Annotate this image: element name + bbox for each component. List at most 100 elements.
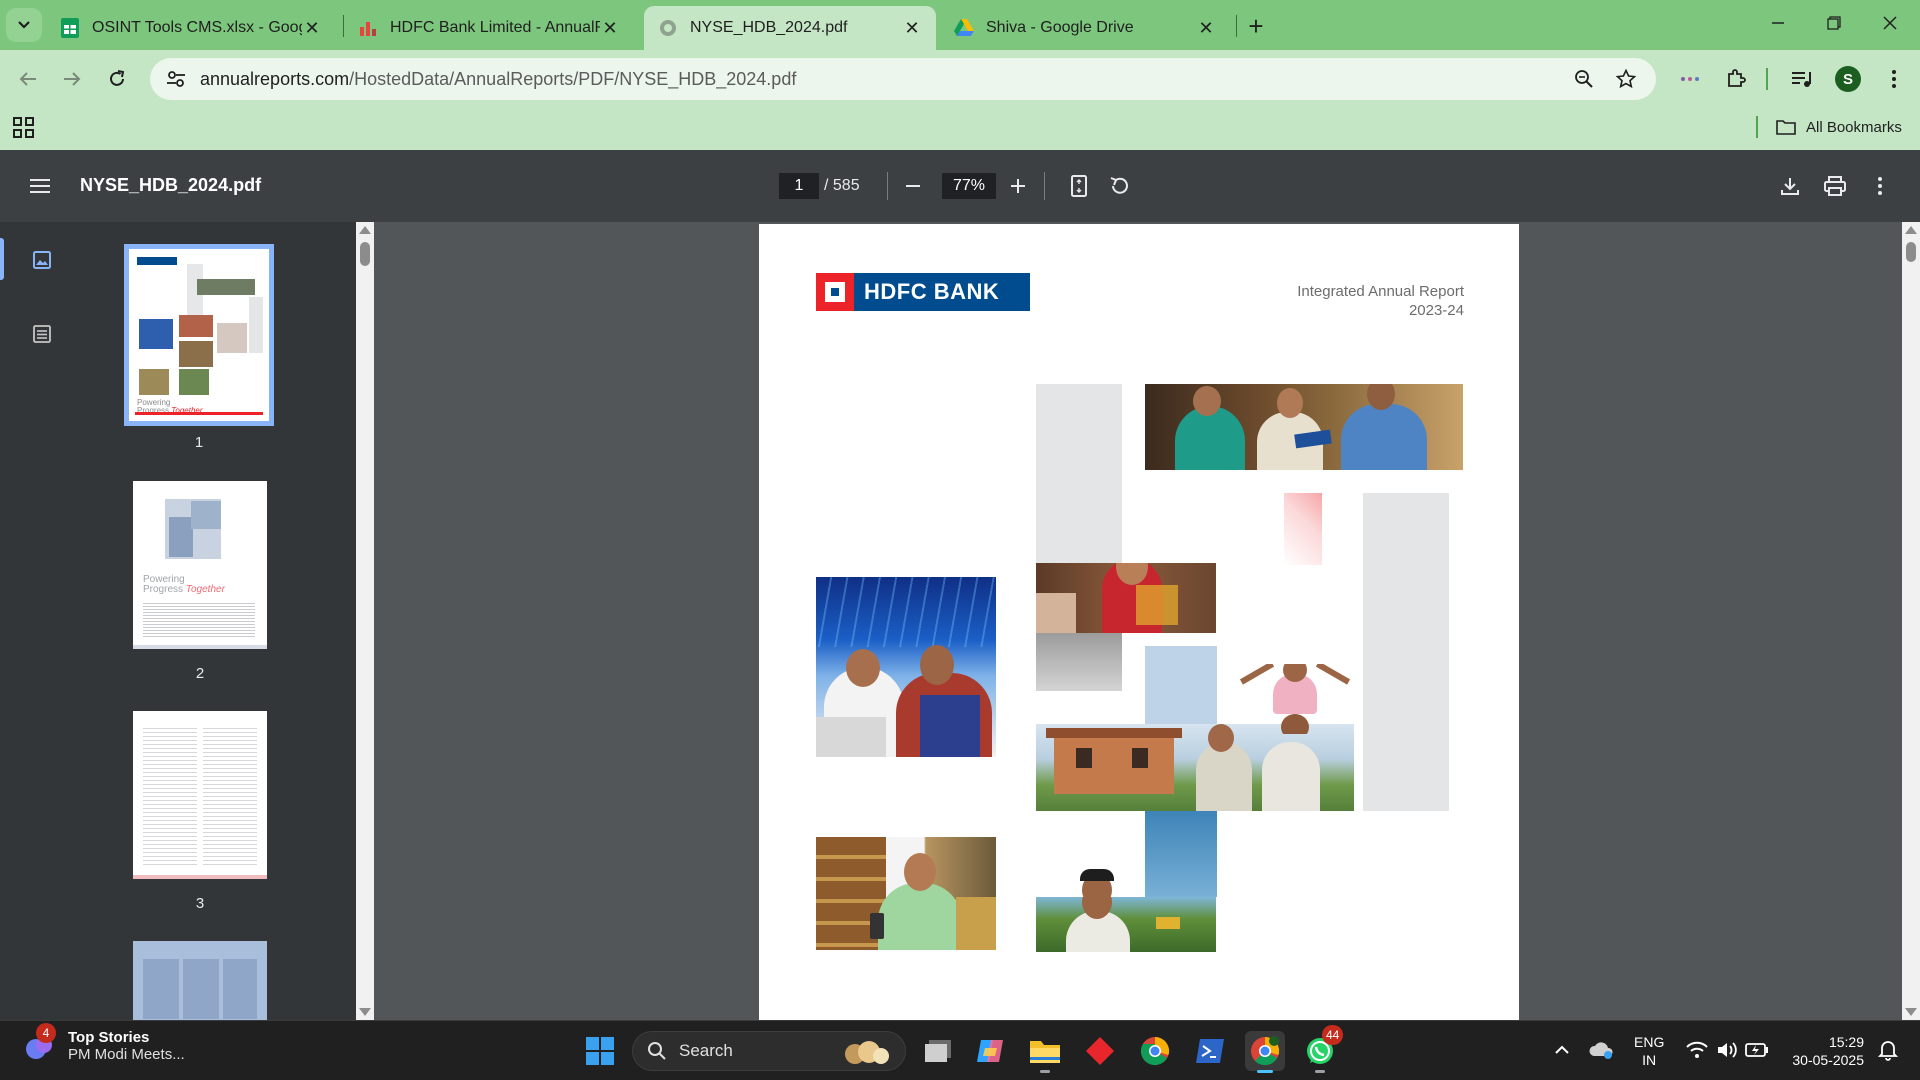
minimize-button[interactable] [1750,0,1806,46]
terminal-icon [1196,1039,1224,1063]
close-icon[interactable]: ✕ [902,18,922,38]
windows-logo-icon [586,1037,614,1065]
chrome-button[interactable] [1135,1031,1175,1071]
thumbnail-page-3[interactable] [133,711,267,879]
fit-page-icon [1071,175,1087,197]
thumbnail-page-2[interactable]: Powering Progress Together [133,481,267,649]
extension-dots-icon[interactable] [1672,61,1708,97]
download-button[interactable] [1774,170,1806,202]
battery-icon[interactable] [1744,1035,1770,1065]
task-view-button[interactable] [918,1031,958,1071]
sidebar-menu-button[interactable] [24,172,56,200]
notifications-icon[interactable] [1874,1035,1902,1065]
document-scrollbar[interactable] [1902,222,1920,1020]
zoom-icon[interactable] [1568,63,1600,95]
close-icon[interactable]: ✕ [600,18,620,38]
collage-blue-block [1145,646,1217,726]
tab-search-button[interactable] [6,8,42,42]
download-icon [1781,178,1799,195]
scroll-down-arrow[interactable] [1905,1008,1917,1016]
scroll-up-arrow[interactable] [1905,226,1917,234]
globe-icon [658,18,678,38]
tab-title: HDFC Bank Limited - AnnualRe [390,19,600,36]
zoom-out-button[interactable] [897,170,929,202]
fit-page-button[interactable] [1063,170,1095,202]
whatsapp-badge: 44 [1322,1025,1344,1045]
rotate-button[interactable] [1103,170,1135,202]
photo-farmer [1036,897,1216,952]
toolbar-divider [1044,172,1045,200]
tab-pdf-active[interactable]: NYSE_HDB_2024.pdf ✕ [644,6,936,50]
app-red-diamond-button[interactable] [1080,1031,1120,1071]
thumbnail-scrollbar[interactable] [356,222,374,1020]
volume-icon[interactable] [1714,1035,1740,1065]
tab-hdfc-annual[interactable]: HDFC Bank Limited - AnnualRe ✕ [344,6,634,50]
running-indicator [1040,1070,1050,1073]
extensions-puzzle-icon[interactable] [1718,61,1754,97]
document-viewport[interactable]: HDFC BANK Integrated Annual Report 2023-… [374,222,1902,1020]
language-code: ENG [1634,1034,1665,1050]
close-icon[interactable]: ✕ [1196,18,1216,38]
reload-button[interactable] [99,61,135,97]
thumbnail-page-1[interactable]: Powering Progress Together [124,244,274,426]
report-title-line2: 2023-24 [1408,302,1464,319]
scrollbar-thumb[interactable] [1906,242,1916,262]
wifi-icon[interactable] [1684,1035,1710,1065]
copilot-button[interactable] [970,1031,1010,1071]
whatsapp-button[interactable]: 44 [1300,1025,1344,1073]
scroll-up-arrow[interactable] [359,226,371,234]
search-icon [648,1042,666,1060]
address-bar[interactable]: annualreports.com/HostedData/AnnualRepor… [150,58,1656,100]
onedrive-tray-icon[interactable] [1586,1035,1616,1065]
tab-osint-sheet[interactable]: OSINT Tools CMS.xlsx - Google ✕ [46,6,336,50]
photo-woman-saree [1036,563,1216,633]
back-button[interactable] [10,61,46,97]
clock[interactable]: 15:29 30-05-2025 [1780,1033,1864,1069]
thumbnail-label: 3 [195,895,205,912]
taskbar-search[interactable]: Search [632,1031,906,1071]
zoom-in-button[interactable] [1002,170,1034,202]
news-widget[interactable]: 4 Top Stories PM Modi Meets... [22,1023,185,1063]
all-bookmarks-button[interactable]: All Bookmarks [1776,112,1902,142]
site-info-button[interactable] [156,63,196,95]
restore-button[interactable] [1806,0,1862,46]
media-controls-icon[interactable] [1784,61,1820,97]
search-highlight-icon [835,1036,895,1073]
close-icon[interactable]: ✕ [302,18,322,38]
print-icon [1824,176,1846,196]
hdfc-bank-logo: HDFC BANK [816,273,1030,311]
running-indicator [1315,1070,1325,1073]
arrow-left-icon [19,72,36,86]
region-code: IN [1642,1052,1657,1068]
page-number-input[interactable]: 1 [779,173,819,199]
profile-avatar[interactable]: S [1830,61,1866,97]
close-window-button[interactable] [1862,0,1918,46]
start-button[interactable] [580,1031,620,1071]
outline-view-button[interactable] [26,318,58,350]
news-title: Top Stories [68,1029,150,1046]
apps-grid-icon[interactable] [12,116,38,142]
chrome-profile-button[interactable] [1245,1031,1285,1073]
collage-gray-fade [1036,633,1122,691]
print-button[interactable] [1819,170,1851,202]
task-view-icon [925,1040,951,1062]
browser-menu-button[interactable] [1876,61,1912,97]
language-indicator[interactable]: ENG IN [1634,1033,1664,1069]
file-explorer-button[interactable] [1025,1031,1065,1073]
forward-button[interactable] [54,61,90,97]
show-hidden-icons-button[interactable] [1550,1035,1574,1065]
thumbnail-page-4[interactable] [133,941,267,1020]
bookmark-star-icon[interactable] [1610,63,1642,95]
new-tab-button[interactable]: + [1240,10,1272,42]
scroll-down-arrow[interactable] [359,1008,371,1016]
more-vertical-icon [1878,177,1882,195]
scrollbar-thumb[interactable] [360,242,370,266]
chrome-icon [1251,1036,1280,1066]
terminal-button[interactable] [1190,1031,1230,1071]
clock-time: 15:29 [1828,1034,1864,1050]
zoom-level-input[interactable]: 77% [942,173,996,199]
toolbar-divider [887,172,888,200]
tab-google-drive[interactable]: Shiva - Google Drive ✕ [940,6,1230,50]
thumbnails-view-button[interactable] [26,244,58,276]
pdf-more-button[interactable] [1864,170,1896,202]
